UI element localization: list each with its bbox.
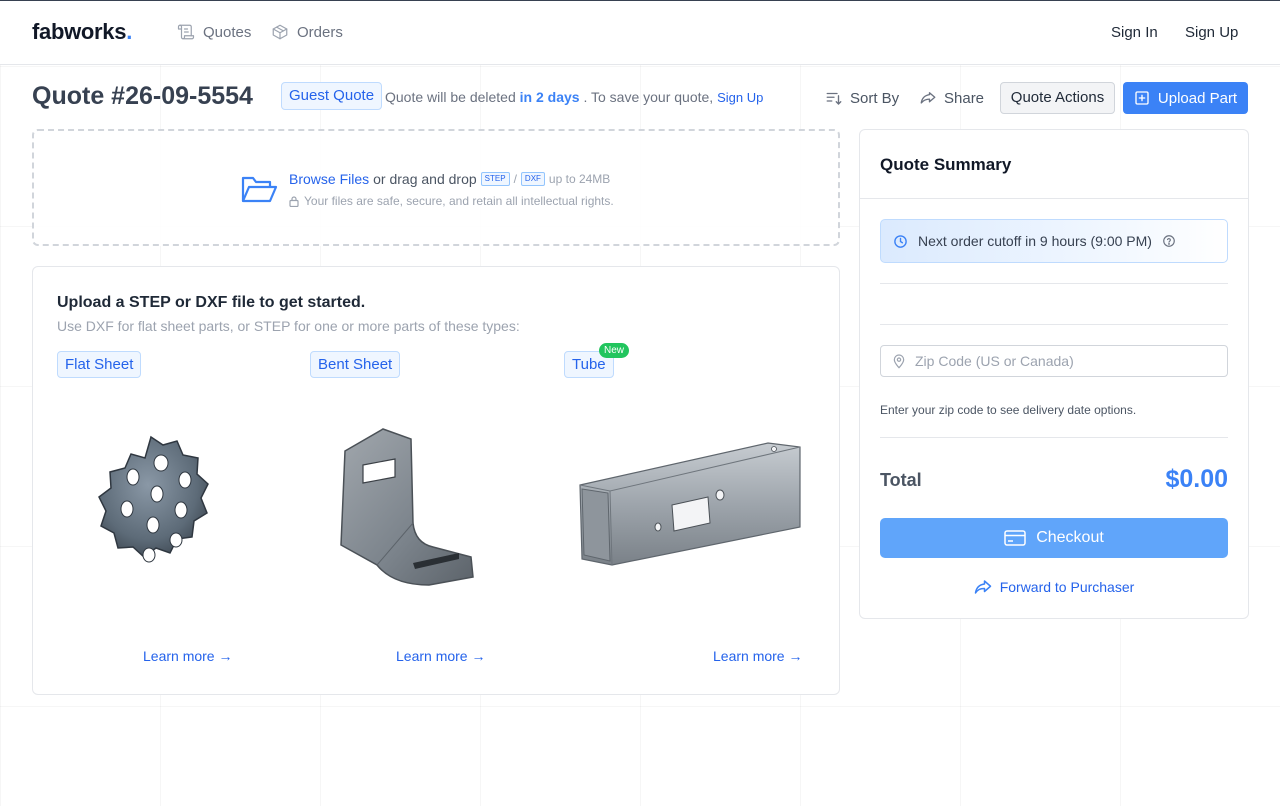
zip-code-field[interactable] [880, 345, 1228, 377]
summary-divider [860, 198, 1248, 199]
scroll-icon [177, 24, 195, 40]
getting-started-title: Upload a STEP or DXF file to get started… [57, 294, 366, 311]
order-cutoff-notice: Next order cutoff in 9 hours (9:00 PM) [880, 219, 1228, 263]
lock-icon [289, 195, 299, 207]
forward-to-purchaser-link[interactable]: Forward to Purchaser [860, 579, 1248, 595]
tube-part-image [579, 442, 801, 566]
step-tag: STEP [480, 172, 510, 186]
cutoff-text: Next order cutoff in 9 hours (9:00 PM) [918, 233, 1152, 249]
sort-by-button[interactable]: Sort By [825, 89, 899, 107]
flat-sheet-part-image [98, 435, 209, 563]
guest-quote-badge: Guest Quote [281, 82, 383, 110]
brand-logo[interactable]: fabworks. [32, 19, 132, 45]
bent-sheet-badge[interactable]: Bent Sheet [310, 351, 401, 378]
file-dropzone[interactable]: Browse Files or drag and drop STEP / DXF… [32, 129, 840, 246]
help-circle-icon[interactable] [1162, 234, 1176, 248]
clock-icon [894, 234, 907, 248]
credit-card-icon [1004, 530, 1026, 546]
summary-divider [880, 324, 1228, 325]
quote-summary-card: Quote Summary Next order cutoff in 9 hou… [859, 129, 1249, 619]
page-title: Quote #26-09-5554 [32, 82, 253, 110]
share-button[interactable]: Share [919, 89, 984, 107]
share-icon [920, 92, 936, 104]
quote-summary-title: Quote Summary [880, 155, 1012, 174]
upload-part-button[interactable]: Upload Part [1123, 82, 1248, 114]
top-header: fabworks. Quotes Orders Sign In Sign Up [0, 1, 1280, 65]
summary-divider [880, 437, 1228, 438]
sign-up-link[interactable]: Sign Up [1185, 24, 1238, 41]
checkout-label: Checkout [1036, 529, 1104, 546]
upload-part-label: Upload Part [1157, 89, 1238, 107]
share-label: Share [944, 89, 985, 107]
sign-in-link[interactable]: Sign In [1111, 24, 1158, 41]
size-limit: up to 24MB [548, 172, 611, 186]
delete-note: Quote will be deleted in 2 days . To sav… [385, 89, 764, 105]
learn-more-tube[interactable]: Learn more → [713, 648, 802, 664]
browse-files-link[interactable]: Browse Files [289, 171, 369, 187]
box-icon [272, 24, 288, 40]
security-note: Your files are safe, secure, and retain … [289, 194, 614, 208]
sort-by-label: Sort By [850, 89, 900, 107]
bent-sheet-part-image [340, 428, 474, 586]
security-text: Your files are safe, secure, and retain … [304, 194, 614, 208]
nav-orders[interactable]: Orders [271, 23, 343, 41]
dxf-tag: DXF [520, 172, 545, 186]
drag-drop-text: or drag and drop [373, 171, 477, 187]
forward-label: Forward to Purchaser [999, 579, 1135, 595]
nav-quotes[interactable]: Quotes [177, 23, 251, 41]
sort-icon [826, 92, 842, 105]
total-label: Total [880, 470, 922, 490]
map-pin-icon [893, 354, 905, 369]
quote-actions-button[interactable]: Quote Actions [1000, 82, 1115, 114]
nav-quotes-label: Quotes [203, 23, 252, 41]
getting-started-subtitle: Use DXF for flat sheet parts, or STEP fo… [57, 318, 520, 334]
zip-code-input[interactable] [915, 353, 1215, 369]
nav-orders-label: Orders [297, 23, 343, 41]
new-pill: New [599, 343, 630, 358]
delete-days: in 2 days [519, 89, 580, 105]
folder-open-icon [241, 176, 278, 203]
forward-arrow-icon [974, 580, 991, 594]
checkout-button[interactable]: Checkout [880, 518, 1228, 558]
plus-square-icon [1135, 91, 1149, 105]
zip-hint: Enter your zip code to see delivery date… [880, 403, 1137, 417]
flat-sheet-badge[interactable]: Flat Sheet [57, 351, 142, 378]
summary-divider [880, 283, 1228, 284]
learn-more-flat-sheet[interactable]: Learn more → [143, 648, 232, 664]
inline-sign-up-link[interactable]: Sign Up [717, 90, 763, 105]
getting-started-card: Upload a STEP or DXF file to get started… [32, 266, 840, 695]
tag-separator: / [513, 172, 517, 186]
dropzone-instructions: Browse Files or drag and drop STEP / DXF… [289, 171, 610, 187]
total-value: $0.00 [1165, 465, 1228, 493]
learn-more-bent-sheet[interactable]: Learn more → [396, 648, 485, 664]
